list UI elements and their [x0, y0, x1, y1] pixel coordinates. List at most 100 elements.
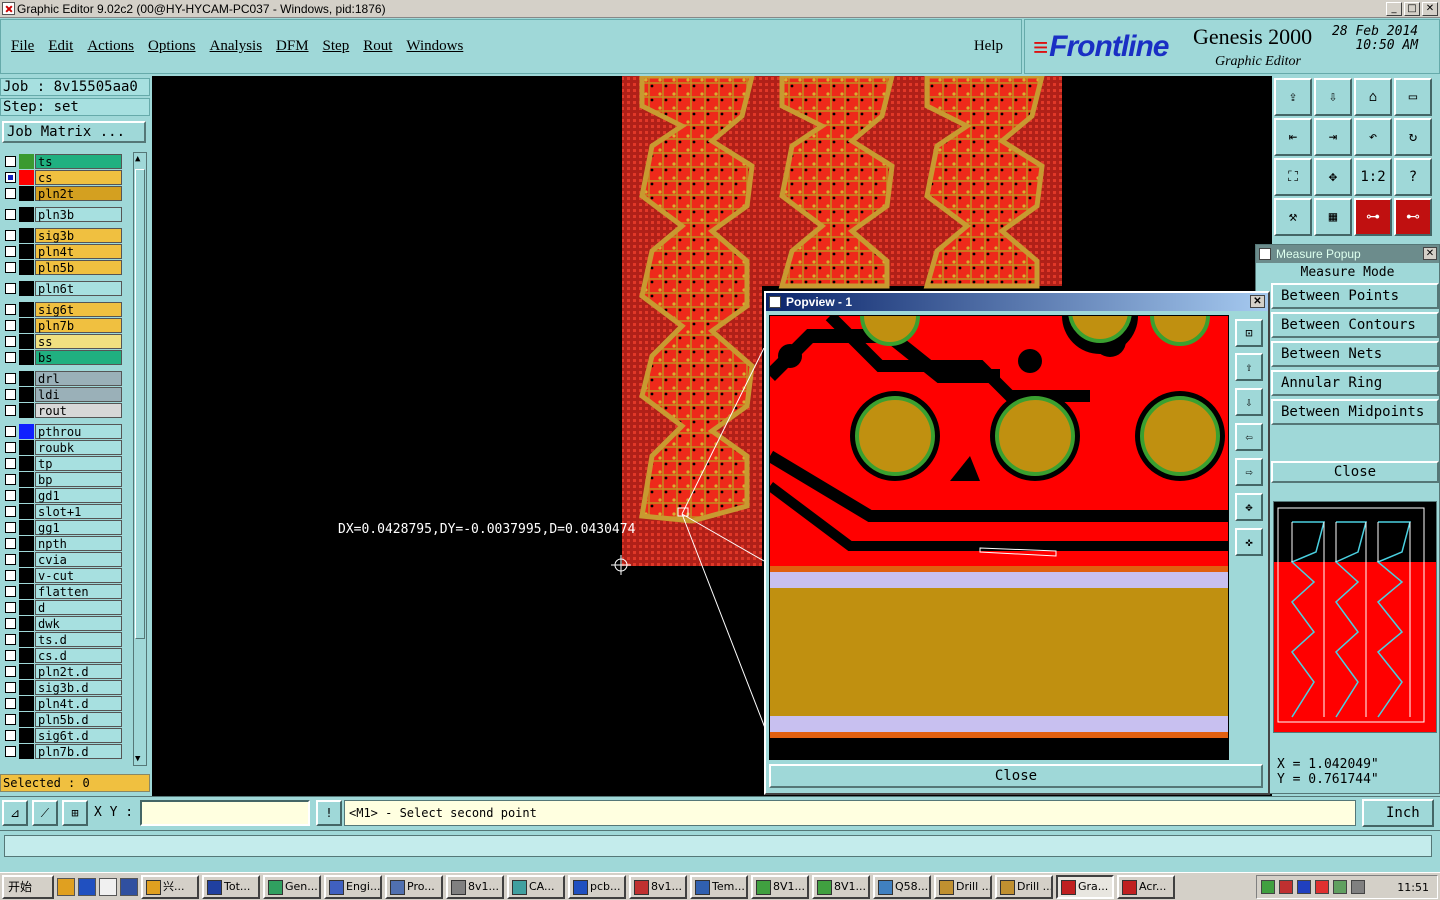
layer-name[interactable]: sig6t.d	[35, 728, 122, 743]
popview-canvas[interactable]	[769, 315, 1229, 760]
layer-name[interactable]: slot+1	[35, 504, 122, 519]
layer-color-swatch[interactable]	[19, 244, 34, 259]
layer-checkbox[interactable]	[5, 602, 16, 613]
layer-color-swatch[interactable]	[19, 207, 34, 222]
layer-checkbox[interactable]	[5, 474, 16, 485]
layer-color-swatch[interactable]	[19, 403, 34, 418]
start-button[interactable]: 开始	[2, 874, 54, 899]
layer-row[interactable]: v-cut	[2, 568, 122, 583]
measure-popup-close-icon[interactable]: ✕	[1423, 247, 1437, 260]
layer-row[interactable]: sig3b.d	[2, 680, 122, 695]
pan-left-icon[interactable]: ⇤	[1274, 118, 1312, 156]
tools-icon[interactable]: ⚒	[1274, 198, 1312, 236]
taskbar-item[interactable]: 8V1...	[812, 874, 870, 899]
layer-row[interactable]: gd1	[2, 488, 122, 503]
layer-name[interactable]: gd1	[35, 488, 122, 503]
layer-color-swatch[interactable]	[19, 600, 34, 615]
measure-tool-icon[interactable]: ⟋	[32, 800, 58, 826]
redraw-icon[interactable]: ↻	[1394, 118, 1432, 156]
minimize-button[interactable]: _	[1386, 1, 1402, 16]
layer-checkbox[interactable]	[5, 172, 16, 183]
layer-row[interactable]: ss	[2, 334, 122, 349]
layer-color-swatch[interactable]	[19, 712, 34, 727]
layer-row[interactable]: flatten	[2, 584, 122, 599]
pan-right-icon[interactable]: ⇥	[1314, 118, 1352, 156]
layer-row[interactable]: pln4t.d	[2, 696, 122, 711]
layer-row[interactable]: tp	[2, 456, 122, 471]
layer-checkbox[interactable]	[5, 283, 16, 294]
layer-name[interactable]: pln5b.d	[35, 712, 122, 727]
layer-checkbox[interactable]	[5, 389, 16, 400]
layer-color-swatch[interactable]	[19, 440, 34, 455]
tray-sync-icon[interactable]	[1333, 880, 1347, 894]
layer-row[interactable]: ldi	[2, 387, 122, 402]
layer-row[interactable]: ts.d	[2, 632, 122, 647]
layer-name[interactable]: gg1	[35, 520, 122, 535]
grid-snap-icon[interactable]: ⊞	[62, 800, 88, 826]
menu-options[interactable]: Options	[148, 38, 196, 55]
layer-checkbox[interactable]	[5, 405, 16, 416]
layer-color-swatch[interactable]	[19, 371, 34, 386]
tray-network-icon[interactable]	[1261, 880, 1275, 894]
taskbar-item[interactable]: 8V1...	[751, 874, 809, 899]
taskbar-item[interactable]: pcb...	[568, 874, 626, 899]
taskbar-item[interactable]: Acr...	[1117, 874, 1175, 899]
xy-input[interactable]	[140, 800, 310, 826]
layer-color-swatch[interactable]	[19, 744, 34, 759]
taskbar-item[interactable]: Engi...	[324, 874, 382, 899]
layer-color-swatch[interactable]	[19, 350, 34, 365]
layer-row[interactable]: gg1	[2, 520, 122, 535]
panel-overview[interactable]	[1273, 501, 1437, 733]
layer-row[interactable]: rout	[2, 403, 122, 418]
quicklaunch-save-icon[interactable]	[120, 877, 138, 896]
net-highlight-icon[interactable]: ⊷	[1394, 198, 1432, 236]
layer-checkbox[interactable]	[5, 698, 16, 709]
quicklaunch-notepad-icon[interactable]	[99, 877, 117, 896]
popview-titlebar[interactable]: Popview - 1 ✕	[766, 293, 1268, 311]
layer-row[interactable]: pln5b	[2, 260, 122, 275]
layer-checkbox[interactable]	[5, 320, 16, 331]
popview-pan-up-icon[interactable]: ⇧	[1235, 353, 1263, 381]
taskbar-item[interactable]: Drill ...	[995, 874, 1053, 899]
layer-name[interactable]: cs	[35, 170, 122, 185]
layer-checkbox[interactable]	[5, 262, 16, 273]
layer-row[interactable]: sig6t	[2, 302, 122, 317]
popview-zoom-icon[interactable]: ⊡	[1235, 319, 1263, 347]
layer-row[interactable]: pln7b.d	[2, 744, 122, 759]
layer-row[interactable]: bs	[2, 350, 122, 365]
layer-scrollbar[interactable]: ▲ ▼	[133, 152, 147, 766]
layer-name[interactable]: pln4t.d	[35, 696, 122, 711]
layer-name[interactable]: pln2t.d	[35, 664, 122, 679]
layer-color-swatch[interactable]	[19, 520, 34, 535]
layer-color-swatch[interactable]	[19, 648, 34, 663]
layer-color-swatch[interactable]	[19, 472, 34, 487]
overview-map[interactable]	[1274, 502, 1437, 733]
layer-checkbox[interactable]	[5, 352, 16, 363]
layer-row[interactable]: pln2t.d	[2, 664, 122, 679]
layer-name[interactable]: d	[35, 600, 122, 615]
measure-option[interactable]: Between Contours	[1271, 312, 1439, 338]
layer-name[interactable]: pln4t	[35, 244, 122, 259]
measure-popup-titlebar[interactable]: Measure Popup ✕	[1256, 245, 1439, 263]
layer-color-swatch[interactable]	[19, 728, 34, 743]
layer-row[interactable]: slot+1	[2, 504, 122, 519]
menu-step[interactable]: Step	[323, 38, 350, 55]
zoom-in-icon[interactable]: ⇩	[1314, 78, 1352, 116]
layer-checkbox[interactable]	[5, 490, 16, 501]
layer-row[interactable]: cs.d	[2, 648, 122, 663]
layer-name[interactable]: pln5b	[35, 260, 122, 275]
measure-option[interactable]: Between Midpoints	[1271, 399, 1439, 425]
taskbar-item[interactable]: Drill ...	[934, 874, 992, 899]
layer-name[interactable]: pln3b	[35, 207, 122, 222]
layer-name[interactable]: dwk	[35, 616, 122, 631]
layer-checkbox[interactable]	[5, 156, 16, 167]
layer-checkbox[interactable]	[5, 506, 16, 517]
layer-name[interactable]: roubk	[35, 440, 122, 455]
maximize-button[interactable]: □	[1404, 1, 1420, 16]
taskbar-item[interactable]: 兴...	[141, 874, 199, 899]
layer-checkbox[interactable]	[5, 570, 16, 581]
layer-color-swatch[interactable]	[19, 260, 34, 275]
measure-close-button[interactable]: Close	[1271, 461, 1439, 483]
measure-option[interactable]: Between Nets	[1271, 341, 1439, 367]
layer-color-swatch[interactable]	[19, 664, 34, 679]
